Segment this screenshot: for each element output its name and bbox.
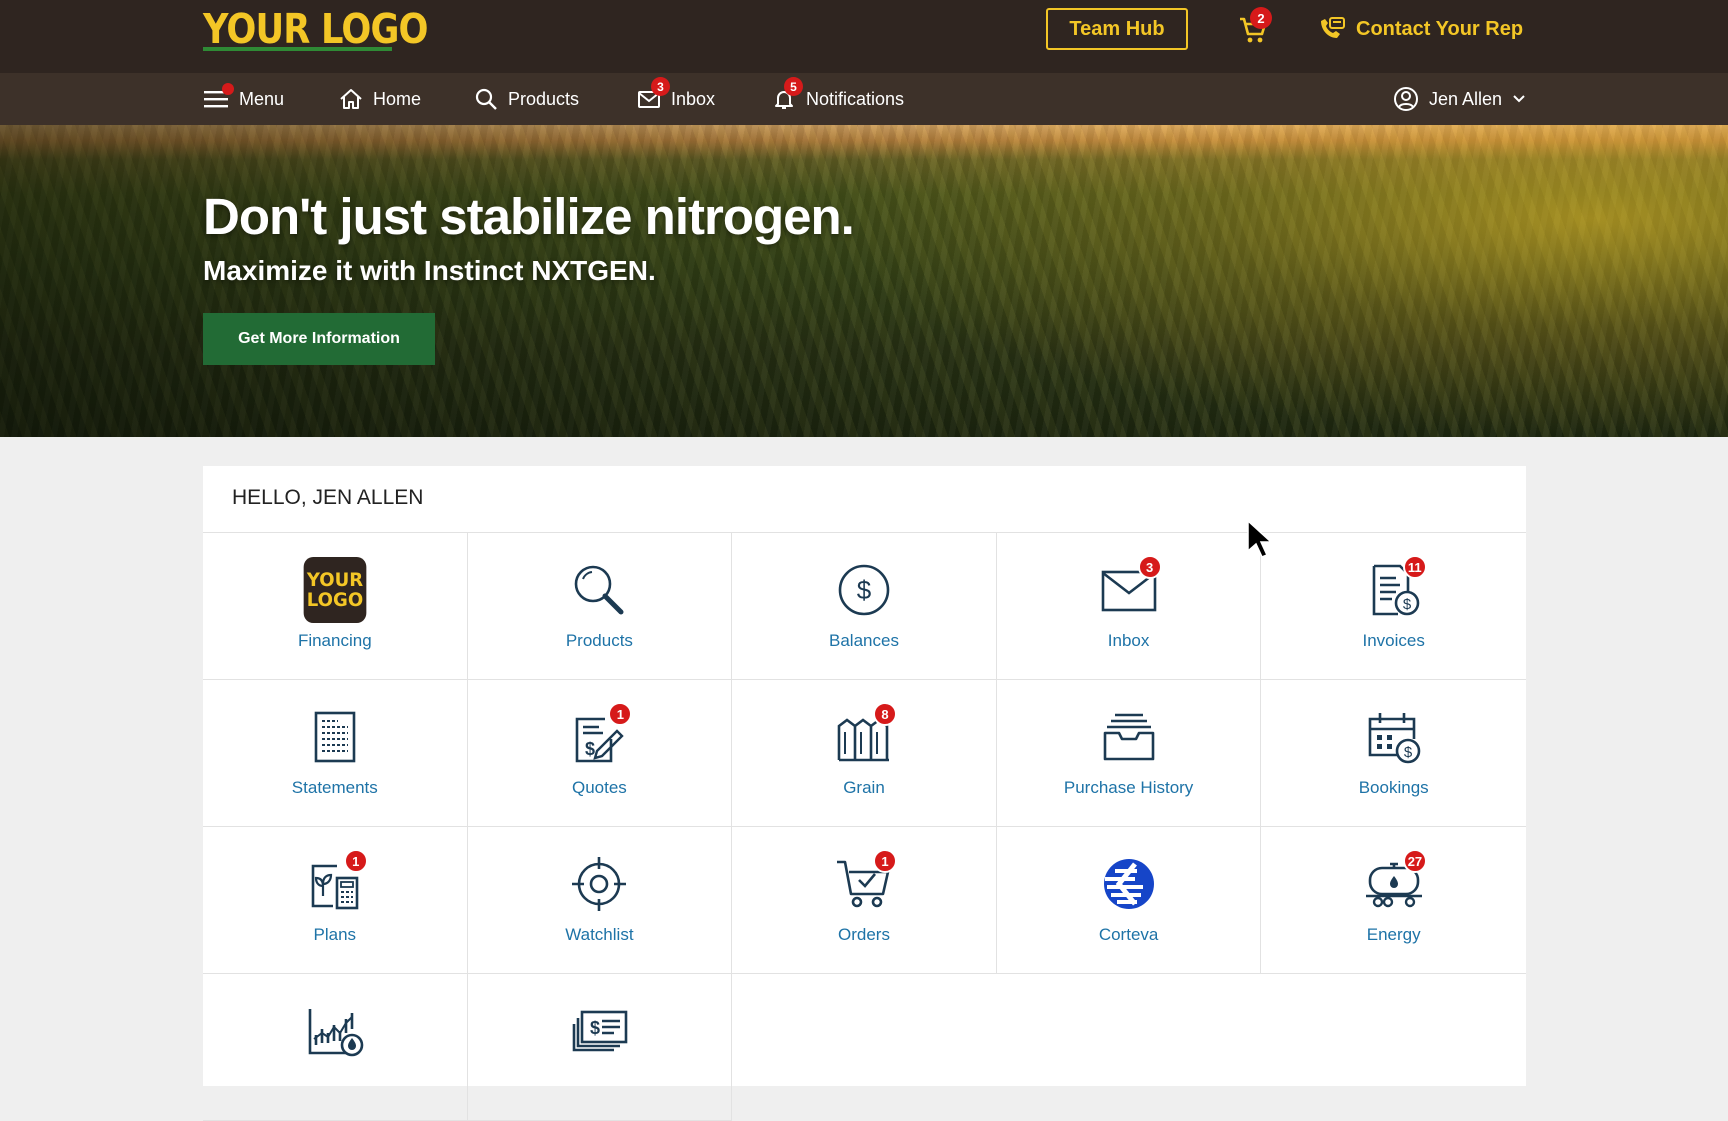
svg-text:$: $: [1404, 744, 1413, 761]
target-icon: [566, 851, 632, 917]
search-icon: [566, 557, 632, 623]
tile-statements[interactable]: Statements: [203, 680, 468, 827]
svg-text:$: $: [857, 575, 872, 605]
contact-rep-link[interactable]: Contact Your Rep: [1318, 14, 1523, 44]
financing-logo-icon: YOUR LOGO: [302, 557, 368, 623]
search-icon: [475, 88, 497, 110]
tile-label: Watchlist: [565, 925, 634, 944]
greeting-heading: HELLO, JEN ALLEN: [232, 486, 424, 509]
tile-invoices[interactable]: $ 11 Invoices: [1261, 533, 1526, 680]
svg-text:$: $: [590, 1018, 600, 1038]
mouse-cursor-icon: [1247, 519, 1272, 558]
tile-label: Plans: [313, 925, 357, 944]
tile-label: Quotes: [571, 778, 627, 797]
tile-label: Inbox: [1107, 631, 1150, 650]
brand-logo[interactable]: YOUR LOGO: [203, 5, 429, 53]
tile-label: Bookings: [1358, 778, 1429, 797]
nav-inbox-label: Inbox: [671, 88, 716, 109]
envelope-icon: 3: [1096, 555, 1162, 623]
home-icon: [340, 89, 362, 109]
tile-market-chart[interactable]: [203, 974, 468, 1121]
corteva-logo-icon: [1096, 851, 1162, 917]
nav-home[interactable]: Home: [339, 73, 421, 125]
hero-field-image: [828, 125, 1728, 437]
tile-quotes[interactable]: $ 1 Quotes: [467, 680, 733, 827]
tile-energy[interactable]: 27 Energy: [1261, 827, 1526, 974]
tile-balances[interactable]: $ Balances: [732, 533, 997, 680]
tile-check-payment[interactable]: $: [467, 974, 733, 1121]
tile-label: Statements: [291, 778, 378, 797]
main-nav: Menu Home Products Inbox 3 Notifications…: [0, 73, 1728, 125]
tile-label: Purchase History: [1063, 778, 1194, 797]
cart-check-icon: 1: [831, 849, 897, 917]
inbox-tile-badge: 3: [1137, 555, 1162, 579]
market-chart-icon: [302, 998, 368, 1064]
quote-icon: $ 1: [566, 702, 633, 770]
tile-watchlist[interactable]: Watchlist: [467, 827, 733, 974]
calendar-dollar-icon: $: [1361, 704, 1427, 770]
logo-underline: [203, 47, 392, 51]
financing-logo: YOUR LOGO: [303, 557, 367, 623]
archive-box-icon: [1096, 704, 1162, 770]
tile-label: Financing: [297, 631, 372, 650]
notifications-count-badge: 5: [784, 77, 803, 96]
tile-label: Invoices: [1362, 631, 1425, 650]
hero-title: Don't just stabilize nitrogen.: [203, 188, 855, 245]
get-more-information-button[interactable]: Get More Information: [203, 313, 435, 365]
svg-text:$: $: [1403, 596, 1412, 613]
menu-alert-dot: [222, 83, 234, 95]
tile-label: Grain: [843, 778, 885, 797]
tile-label: Corteva: [1098, 925, 1159, 944]
statement-icon: [302, 704, 368, 770]
tile-label: Products: [565, 631, 633, 650]
contact-rep-label: Contact Your Rep: [1356, 17, 1524, 40]
svg-text:$: $: [585, 739, 595, 759]
user-menu[interactable]: Jen Allen: [1393, 73, 1526, 125]
tile-products[interactable]: Products: [467, 533, 733, 680]
nav-products-label: Products: [508, 88, 580, 109]
nav-products[interactable]: Products: [474, 73, 579, 125]
dollar-circle-icon: $: [831, 557, 897, 623]
inbox-count-badge: 3: [651, 77, 670, 96]
quick-links-grid: YOUR LOGO Financing Products $ Balances 3…: [203, 532, 1526, 1121]
user-avatar-icon: [1394, 87, 1418, 111]
tile-bookings[interactable]: $ Bookings: [1261, 680, 1526, 827]
nav-menu[interactable]: Menu: [203, 73, 284, 125]
phone-chat-icon: [1321, 17, 1345, 38]
tile-corteva[interactable]: Corteva: [996, 827, 1262, 974]
top-header: YOUR LOGO Team Hub 2 Contact Your Rep: [0, 0, 1728, 73]
team-hub-button[interactable]: Team Hub: [1046, 8, 1188, 50]
grain-tile-badge: 8: [872, 702, 897, 726]
tile-grain[interactable]: 8 Grain: [732, 680, 997, 827]
nav-menu-label: Menu: [239, 88, 285, 109]
tile-financing[interactable]: YOUR LOGO Financing: [203, 533, 468, 680]
tile-label: Orders: [838, 925, 890, 944]
tile-purchase-history[interactable]: Purchase History: [996, 680, 1262, 827]
orders-tile-badge: 1: [872, 849, 897, 873]
nav-inbox[interactable]: Inbox: [637, 73, 715, 125]
fuel-tank-icon: 27: [1361, 849, 1428, 917]
energy-tile-badge: 27: [1402, 849, 1428, 873]
plans-tile-badge: 1: [343, 849, 368, 873]
user-name: Jen Allen: [1429, 88, 1503, 109]
hero-banner: Don't just stabilize nitrogen. Maximize …: [0, 125, 1728, 437]
hero-subtitle: Maximize it with Instinct NXTGEN.: [203, 255, 656, 286]
cart-count-badge: 2: [1250, 7, 1272, 29]
quotes-tile-badge: 1: [608, 702, 633, 726]
check-payment-icon: $: [566, 998, 632, 1064]
nav-home-label: Home: [373, 88, 422, 109]
chevron-down-icon: [1513, 95, 1525, 103]
tile-plans[interactable]: 1 Plans: [203, 827, 468, 974]
plant-calculator-icon: 1: [302, 849, 368, 917]
dashboard-card: HELLO, JEN ALLEN YOUR LOGO Financing Prod…: [203, 466, 1526, 1121]
tile-label: Energy: [1366, 925, 1421, 944]
nav-notifications-label: Notifications: [806, 88, 905, 109]
tile-inbox[interactable]: 3 Inbox: [996, 533, 1262, 680]
grain-bins-icon: 8: [831, 702, 897, 770]
tile-orders[interactable]: 1 Orders: [732, 827, 997, 974]
invoice-icon: $ 11: [1361, 555, 1427, 623]
invoices-tile-badge: 11: [1402, 555, 1427, 579]
tile-label: Balances: [829, 631, 899, 650]
